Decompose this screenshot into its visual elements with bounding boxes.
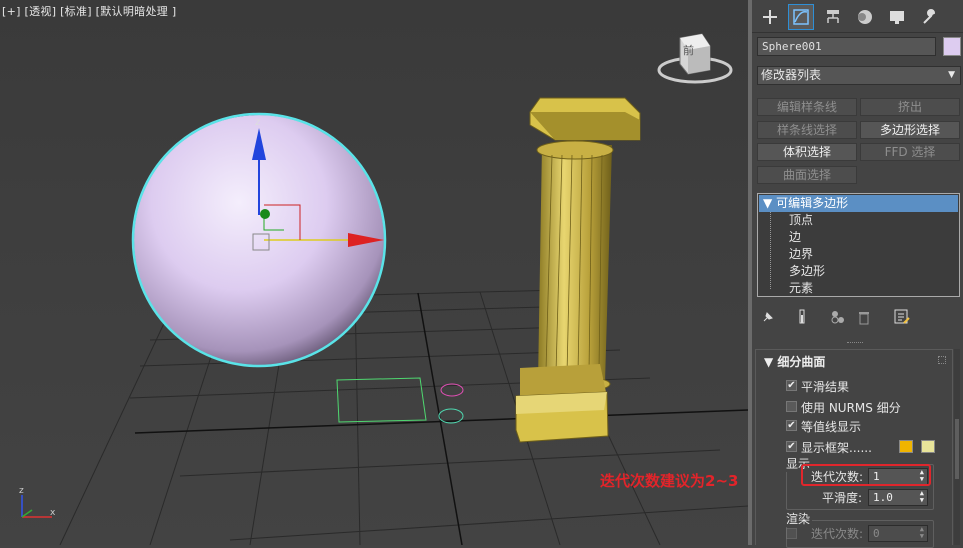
use-nurms-checkbox[interactable] [786, 401, 797, 412]
use-nurms-label: 使用 NURMS 细分 [801, 401, 901, 415]
configure-sets-icon[interactable] [893, 307, 911, 327]
spinner-arrows-icon[interactable]: ▲ ▼ [920, 490, 924, 504]
smoothness-value: 1.0 [873, 491, 893, 504]
hierarchy-icon [827, 10, 839, 23]
stack-item-element[interactable]: 元素 [789, 280, 813, 297]
render-iterations-value: 0 [873, 527, 880, 540]
show-end-result-icon[interactable] [793, 307, 811, 327]
render-group-label: 渲染 [784, 510, 813, 527]
trash-icon[interactable] [855, 307, 873, 327]
axis-x-label: x [50, 508, 56, 518]
rollout-title[interactable]: ▼ 细分曲面 [764, 353, 825, 370]
stack-tree-lines [770, 212, 784, 289]
poly-select-button[interactable]: 多边形选择 [860, 121, 960, 139]
stack-item-vertex[interactable]: 顶点 [789, 212, 813, 229]
make-unique-icon[interactable] [829, 307, 847, 327]
wrench-icon [923, 9, 936, 24]
cage-color-swatch-2[interactable] [921, 440, 935, 453]
utilities-tab[interactable] [916, 4, 942, 30]
subdivision-surface-rollout: ▼ 细分曲面 ✔ 平滑结果 使用 NURMS 细分 ✔ 等值线显示 ✔ 显示框架… [755, 349, 953, 548]
perspective-viewport[interactable]: z [+] [透视] [标准] [默认明暗处理] 前 z x 迭代次数建议为2… [0, 0, 748, 545]
chevron-down-icon: ▼ [948, 70, 955, 80]
viewport-label[interactable]: [+] [透视] [标准] [默认明暗处理 ] [2, 3, 176, 19]
smooth-result-label: 平滑结果 [801, 380, 850, 394]
rollout-separator [847, 342, 863, 345]
modifier-stack: ▼ 可编辑多边形 顶点 边 边界 多边形 元素 [757, 193, 960, 297]
cage-color-swatch-1[interactable] [899, 440, 913, 453]
iteration-annotation: 迭代次数建议为2~3 [600, 472, 739, 490]
create-tab[interactable] [757, 4, 783, 30]
show-cage-checkbox[interactable]: ✔ [786, 441, 797, 452]
volume-select-button[interactable]: 体积选择 [757, 143, 857, 161]
edit-spline-button[interactable]: 编辑样条线 [757, 98, 857, 116]
spline-select-button[interactable]: 样条线选择 [757, 121, 857, 139]
motion-tab[interactable] [852, 4, 878, 30]
render-iterations-spinner[interactable]: 0 ▲ ▼ [868, 525, 928, 542]
render-iterations-checkbox[interactable] [786, 528, 797, 539]
isoline-display-checkbox[interactable]: ✔ [786, 420, 797, 431]
extrude-button[interactable]: 挤出 [860, 98, 960, 116]
modify-curve-icon [793, 9, 809, 25]
motion-icon [858, 10, 872, 24]
ground-grid [59, 289, 748, 545]
command-panel-tabs [752, 0, 963, 33]
modifier-list-label: 修改器列表 [761, 68, 822, 82]
axis-z-label: z [19, 486, 24, 496]
smoothness-spinner[interactable]: 1.0 ▲ ▼ [868, 489, 928, 506]
object-name-field[interactable]: Sphere001 [757, 37, 936, 56]
isoline-display-label: 等值线显示 [801, 420, 862, 434]
stack-item-polygon[interactable]: 多边形 [789, 263, 825, 280]
scrollbar-thumb[interactable] [955, 419, 959, 479]
stack-item-editable-poly[interactable]: ▼ 可编辑多边形 [759, 195, 958, 212]
iterations-highlight-box [801, 464, 931, 486]
smooth-result-checkbox[interactable]: ✔ [786, 380, 797, 391]
viewcube [657, 33, 733, 84]
panel-scrollbar[interactable] [954, 349, 960, 545]
object-color-swatch[interactable] [943, 37, 961, 56]
modifier-list-dropdown[interactable]: 修改器列表 ▼ [757, 66, 961, 85]
display-tab[interactable] [884, 4, 910, 30]
show-cage-label: 显示框架...... [801, 441, 872, 455]
viewport-scene: z [21, 33, 748, 545]
stack-header-label: 可编辑多边形 [776, 196, 849, 210]
plus-icon [763, 10, 777, 24]
stack-item-edge[interactable]: 边 [789, 229, 801, 246]
monitor-icon [890, 11, 904, 24]
spinner-arrows-icon[interactable]: ▲ ▼ [920, 526, 924, 540]
modify-tab[interactable] [788, 4, 814, 30]
viewcube-face-label[interactable]: 前 [683, 42, 694, 58]
rollout-title-text: 细分曲面 [777, 355, 826, 369]
gizmo-z-label: z [255, 117, 260, 128]
pin-stack-icon[interactable] [759, 307, 777, 327]
expand-triangle-icon: ▼ [763, 196, 773, 210]
render-iterations-label: 迭代次数: [811, 527, 864, 541]
hierarchy-tab[interactable] [820, 4, 846, 30]
ffd-select-button[interactable]: FFD 选择 [860, 143, 960, 161]
smoothness-label: 平滑度: [822, 491, 863, 505]
stack-toolbar [757, 307, 957, 327]
stack-item-border[interactable]: 边界 [789, 246, 813, 263]
rollout-grip-icon[interactable] [938, 356, 946, 364]
axis-tripod [21, 495, 52, 518]
surface-select-button[interactable]: 曲面选择 [757, 166, 857, 184]
plane-helper [336, 377, 427, 423]
command-panel: Sphere001 修改器列表 ▼ 编辑样条线 挤出 样条线选择 多边形选择 体… [752, 0, 963, 548]
column-object [515, 97, 641, 443]
